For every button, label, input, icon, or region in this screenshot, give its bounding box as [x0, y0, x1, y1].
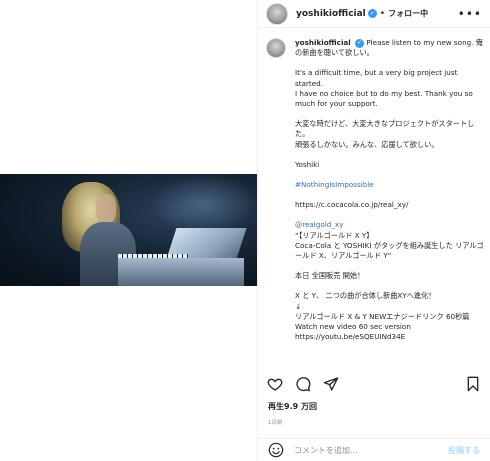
- following-button[interactable]: フォロー中: [388, 8, 428, 19]
- post-header: yoshikiofficial ✓ • フォロー中 •••: [258, 0, 490, 28]
- comment-bar: 投稿する: [258, 438, 490, 461]
- verified-badge-icon: ✓: [355, 38, 365, 48]
- post-side-panel: yoshikiofficial ✓ • フォロー中 ••• yoshikioff…: [257, 0, 490, 461]
- caption-url-cocacola: https://c.cocacola.co.jp/real_xy/: [295, 200, 409, 210]
- caption-avatar[interactable]: [266, 38, 286, 58]
- caption-username[interactable]: yoshikiofficial: [295, 38, 351, 47]
- avatar[interactable]: [266, 2, 288, 25]
- bookmark-icon: [467, 376, 479, 392]
- stage-light: [150, 174, 257, 234]
- view-count: 再生9.9 万回: [268, 402, 317, 411]
- header-separator: •: [379, 8, 386, 19]
- comment-icon: [296, 377, 311, 392]
- caption-paragraph-jp: 大変な時だけど、大変大きなプロジェクトがスタートした。 頑張るしかない。みんな、…: [295, 119, 475, 149]
- piano-body: [118, 258, 244, 286]
- caption-text: yoshikiofficial ✓ Please listen to my ne…: [295, 38, 484, 368]
- more-options-icon[interactable]: •••: [458, 7, 482, 21]
- header-username[interactable]: yoshikiofficial: [296, 9, 366, 19]
- paper-plane-icon: [323, 377, 339, 391]
- share-button[interactable]: [322, 375, 340, 393]
- comment-input[interactable]: [294, 445, 442, 455]
- like-button[interactable]: [266, 375, 284, 393]
- caption-area: yoshikiofficial ✓ Please listen to my ne…: [266, 38, 484, 368]
- action-bar: [266, 374, 482, 394]
- video-player[interactable]: [0, 174, 257, 286]
- hashtag-link[interactable]: #NothingIsImpossible: [295, 180, 484, 190]
- caption-release-text: 本日 全国販売 開始！: [295, 271, 365, 281]
- post-timestamp[interactable]: 1日前: [268, 418, 283, 426]
- smiley-icon[interactable]: [268, 442, 284, 458]
- comment-button[interactable]: [294, 375, 312, 393]
- verified-badge-icon: ✓: [367, 9, 377, 18]
- mention-link[interactable]: @realgold_xy: [295, 220, 484, 230]
- caption-url-youtube: https://youtu.be/eSQEUINd34E: [295, 332, 406, 342]
- post-comment-button[interactable]: 投稿する: [448, 445, 480, 456]
- caption-evolution-text: X と Y、 二つの曲が合体し新曲XYへ進化！ ↓ リアルゴールド X & Y …: [295, 291, 470, 332]
- caption-paragraph-en: It's a difficult time, but a very big pr…: [295, 68, 473, 109]
- caption-product-text: “【リアルゴールド X Y】 Coca-Cola と YOSHIKI がタッグを…: [295, 230, 484, 261]
- save-button[interactable]: [464, 375, 482, 393]
- heart-icon: [267, 378, 283, 391]
- post-media: [0, 0, 257, 461]
- performer-face: [96, 194, 116, 224]
- caption-signature: Yoshiki: [295, 159, 320, 169]
